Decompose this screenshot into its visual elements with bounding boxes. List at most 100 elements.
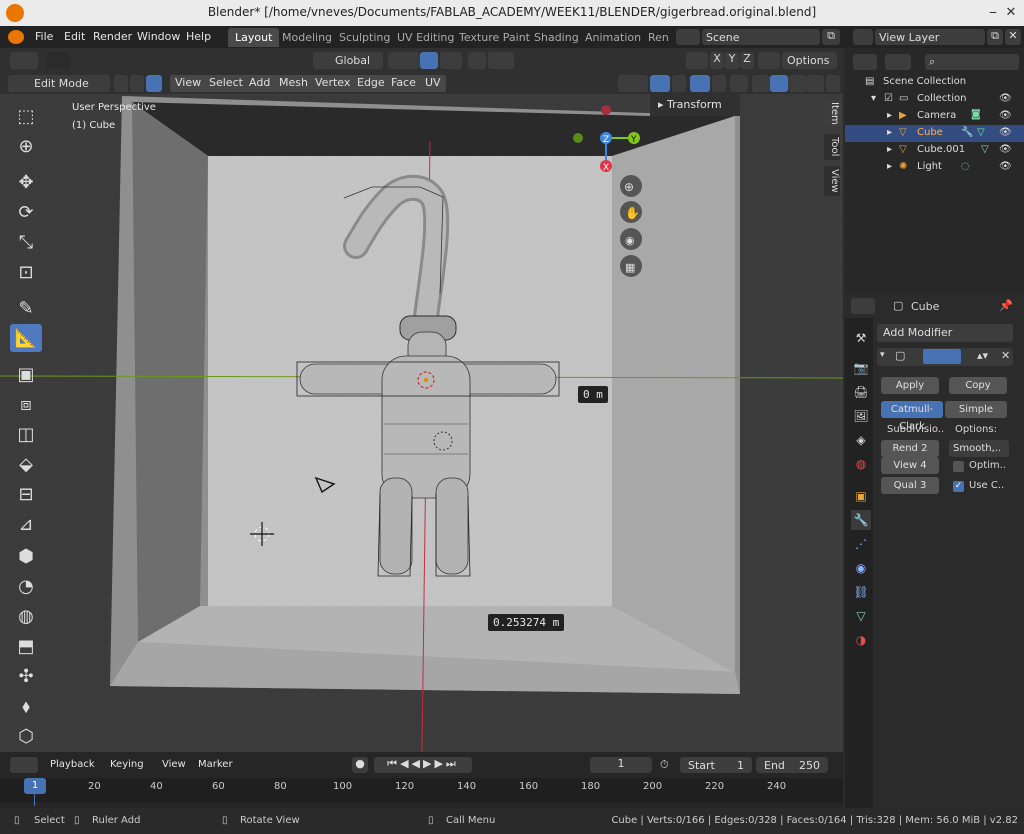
visibility-eye-icon[interactable]: 👁: [999, 110, 1012, 121]
timeline-menu-playback[interactable]: Playback: [50, 759, 95, 770]
viewport-levels-field[interactable]: View 4: [881, 457, 939, 474]
proportional-edit-icon[interactable]: [468, 52, 486, 69]
pivot-dropdown[interactable]: [388, 52, 420, 69]
scene-selector[interactable]: Scene: [702, 29, 820, 45]
scene-tab-icon[interactable]: ◈: [851, 430, 871, 450]
outliner-item-camera[interactable]: ▸ ▶ Camera ◙ 👁: [845, 108, 1024, 125]
gizmo-x-label[interactable]: X: [603, 163, 609, 173]
measure-tool-icon[interactable]: 📐: [10, 324, 42, 352]
catmull-clark-button[interactable]: Catmull-Clark: [881, 401, 943, 432]
menu-edge[interactable]: Edge: [352, 75, 390, 92]
visibility-eye-icon[interactable]: 👁: [999, 144, 1012, 155]
rotate-tool-icon[interactable]: ⟳: [10, 198, 42, 226]
orientation-dropdown[interactable]: Global: [313, 52, 383, 69]
gizmo-y-label[interactable]: Y: [630, 135, 637, 145]
constraints-tab-icon[interactable]: ⛓: [851, 582, 871, 602]
visibility-eye-icon[interactable]: 👁: [999, 161, 1012, 172]
use-creases-checkbox[interactable]: ✓: [953, 481, 964, 492]
outliner-item-light[interactable]: ▸ ✺ Light ◌ 👁: [845, 159, 1024, 176]
playhead-frame-badge[interactable]: 1: [24, 778, 46, 794]
show-gizmo-icon[interactable]: [650, 75, 670, 92]
move-tool-icon[interactable]: ✥: [10, 168, 42, 196]
object-tab-icon[interactable]: ▣: [851, 486, 871, 506]
modifier-visibility-icons[interactable]: [923, 349, 961, 364]
menu-add[interactable]: Add: [244, 75, 276, 92]
menu-vertex[interactable]: Vertex: [310, 75, 356, 92]
current-frame-field[interactable]: 1: [590, 757, 652, 773]
shear-tool-icon[interactable]: ⬧: [10, 692, 42, 720]
remove-view-layer-icon[interactable]: ✕: [1005, 29, 1021, 45]
3d-viewport[interactable]: Z Y X ⊕ ✋ ◉ ▦ User Perspective (1) Cube …: [0, 94, 843, 752]
properties-editor-type-icon[interactable]: [851, 298, 875, 314]
face-select-icon[interactable]: [146, 75, 162, 92]
visibility-eye-icon[interactable]: 👁: [999, 93, 1012, 104]
mirror-y[interactable]: Y: [725, 52, 739, 69]
menu-help[interactable]: Help: [186, 30, 211, 43]
bevel-tool-icon[interactable]: ⬙: [10, 450, 42, 478]
outliner-editor-type-icon[interactable]: [853, 54, 877, 70]
menu-uv[interactable]: UV: [420, 75, 446, 92]
outliner-search-input[interactable]: ⌕: [925, 54, 1019, 70]
tab-shading[interactable]: Shading: [527, 28, 586, 47]
edge-select-icon[interactable]: [130, 75, 144, 92]
uv-smooth-dropdown[interactable]: Smooth,..: [949, 440, 1009, 457]
apply-button[interactable]: Apply: [881, 377, 939, 394]
new-scene-icon[interactable]: ⧉: [822, 29, 840, 45]
modifier-header[interactable]: ▾ ▢ ▴▾ ✕: [877, 348, 1013, 366]
render-tab-icon[interactable]: 📷: [851, 358, 871, 378]
wireframe-shading-icon[interactable]: [752, 75, 770, 92]
render-levels-field[interactable]: Rend 2: [881, 440, 939, 457]
xray-toggle-icon[interactable]: [730, 75, 748, 92]
display-mode-icon[interactable]: [885, 54, 911, 70]
timeline-menu-view[interactable]: View: [162, 759, 186, 770]
falloff-icon[interactable]: [488, 52, 514, 69]
select-box-tool-icon[interactable]: ⬚: [10, 102, 42, 130]
add-modifier-dropdown[interactable]: Add Modifier: [877, 324, 1013, 342]
tab-texture-paint[interactable]: Texture Paint: [452, 28, 537, 47]
view-layer-selector[interactable]: View Layer: [875, 29, 985, 45]
show-overlays-icon[interactable]: [690, 75, 710, 92]
material-shading-icon[interactable]: [788, 75, 806, 92]
timeline-editor-type-icon[interactable]: [10, 757, 38, 773]
snap-toggle-icon[interactable]: [420, 52, 438, 69]
menu-file[interactable]: File: [35, 30, 53, 43]
pin-icon[interactable]: 📌: [999, 299, 1013, 312]
shading-dropdown-icon[interactable]: [826, 75, 840, 92]
close-icon[interactable]: ✕: [1002, 4, 1020, 22]
particles-tab-icon[interactable]: ⋰: [851, 534, 871, 554]
tab-modeling[interactable]: Modeling: [275, 28, 339, 47]
shrink-fatten-tool-icon[interactable]: ✣: [10, 662, 42, 690]
modifier-tab-icon[interactable]: 🔧: [851, 510, 871, 530]
sidebar-tab-tool[interactable]: Tool: [824, 134, 840, 160]
outliner-item-cube-001[interactable]: ▸ ▽ Cube.001 ▽ 👁: [845, 142, 1024, 159]
physics-tab-icon[interactable]: ◉: [851, 558, 871, 578]
viewport-canvas[interactable]: Z Y X ⊕ ✋ ◉ ▦: [0, 94, 843, 752]
annotate-tool-icon[interactable]: ✎: [10, 294, 42, 322]
timeline-menu-marker[interactable]: Marker: [198, 759, 233, 770]
copy-button[interactable]: Copy: [949, 377, 1007, 394]
vertex-select-icon[interactable]: [114, 75, 128, 92]
move-up-down-icon[interactable]: ▴▾: [977, 349, 988, 362]
visibility-eye-icon[interactable]: 👁: [999, 127, 1012, 138]
tab-sculpting[interactable]: Sculpting: [332, 28, 397, 47]
menu-render[interactable]: Render: [93, 30, 132, 43]
gizmo-z-label[interactable]: Z: [603, 135, 609, 145]
mirror-x[interactable]: X: [710, 52, 724, 69]
auto-merge-icon[interactable]: [758, 52, 780, 69]
data-tab-icon[interactable]: ▽: [851, 606, 871, 626]
start-frame-field[interactable]: Start 1: [680, 757, 752, 773]
sidebar-tab-item[interactable]: Item: [824, 100, 840, 126]
blender-menu-icon[interactable]: [8, 30, 24, 44]
snap-target-icon[interactable]: [440, 52, 462, 69]
outliner-item-collection[interactable]: ▾ ☑ ▭ Collection 👁: [845, 91, 1024, 108]
outliner-item-cube[interactable]: ▸ ▽ Cube 🔧 ▽ 👁: [845, 125, 1024, 142]
inset-tool-icon[interactable]: ◫: [10, 420, 42, 448]
timeline-menu-keying[interactable]: Keying: [110, 759, 144, 770]
tab-uv-editing[interactable]: UV Editing: [390, 28, 461, 47]
simple-button[interactable]: Simple: [945, 401, 1007, 418]
playback-controls[interactable]: ⏮◀◀▶▶⏭: [374, 757, 472, 773]
menu-edit[interactable]: Edit: [64, 30, 85, 43]
transform-panel-header[interactable]: ▸ Transform: [650, 94, 740, 116]
menu-select[interactable]: Select: [204, 75, 248, 92]
menu-view[interactable]: View: [170, 75, 207, 92]
